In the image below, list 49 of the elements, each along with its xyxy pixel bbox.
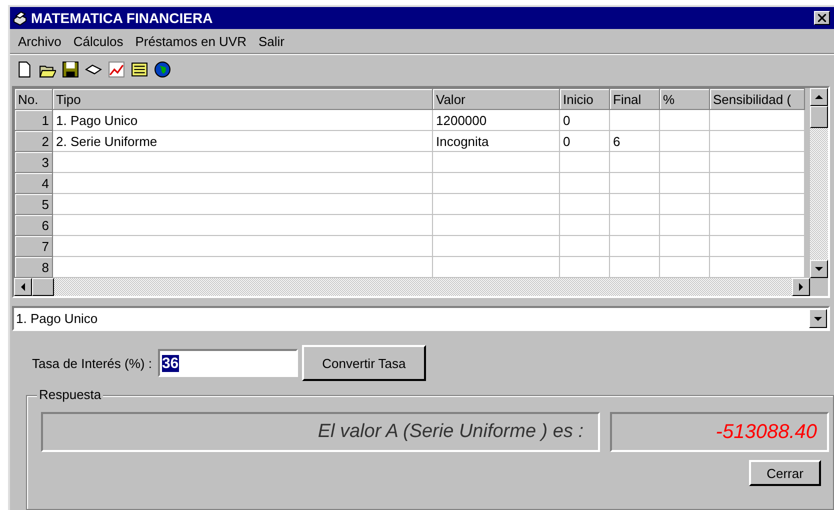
table-cell: 1. Pago Unico	[52, 110, 432, 130]
result-label: El valor A (Serie Uniforme ) es :	[41, 412, 600, 452]
scroll-thumb[interactable]	[810, 106, 828, 128]
row-header[interactable]: 4	[14, 172, 52, 194]
column-header[interactable]: Valor	[432, 88, 560, 110]
menu-item[interactable]: Préstamos en UVR	[129, 34, 252, 49]
column-header[interactable]: Tipo	[52, 88, 432, 110]
up-arrow-icon	[815, 95, 823, 99]
row-header[interactable]: 3	[14, 152, 52, 172]
close-button[interactable]	[814, 11, 830, 25]
scroll-thumb[interactable]	[32, 278, 54, 296]
row-header[interactable]: 7	[14, 236, 52, 256]
column-header[interactable]: %	[660, 88, 710, 110]
rate-input-field[interactable]: 36	[158, 349, 298, 377]
column-header[interactable]: Sensibilidad (	[710, 88, 804, 110]
result-value: -513088.40	[610, 412, 829, 452]
menu-item[interactable]: Salir	[252, 34, 290, 49]
table-cell: 2. Serie Uniforme	[52, 130, 432, 152]
line-chart-icon[interactable]	[108, 61, 125, 78]
menu-item[interactable]: Cálculos	[67, 34, 130, 49]
row-header[interactable]: 2	[14, 130, 52, 152]
row-header[interactable]: 1	[14, 110, 52, 130]
window-title: MATEMATICA FINANCIERA	[31, 10, 214, 26]
column-header[interactable]: Inicio	[560, 88, 610, 110]
table-cell: 6	[610, 130, 660, 152]
down-arrow-icon	[814, 316, 822, 320]
convert-rate-button[interactable]: Convertir Tasa	[302, 345, 426, 381]
document-icon[interactable]	[16, 61, 33, 78]
type-dropdown[interactable]: 1. Pago Unico	[12, 306, 830, 331]
group-title: Respuesta	[37, 387, 104, 402]
row-header[interactable]: 6	[14, 214, 52, 236]
table-cell: Incognita	[432, 130, 560, 152]
vertical-scrollbar[interactable]	[810, 88, 828, 278]
list-icon[interactable]	[131, 61, 148, 78]
menu-item[interactable]: Archivo	[12, 34, 68, 49]
row-header[interactable]: 5	[14, 194, 52, 214]
left-arrow-icon	[21, 283, 25, 291]
row-header[interactable]: 8	[14, 256, 52, 278]
table-cell: 0	[560, 110, 610, 130]
down-arrow-icon	[815, 267, 823, 271]
close-dialog-button[interactable]: Cerrar	[749, 460, 821, 486]
table-cell: 1200000	[432, 110, 560, 130]
close-icon	[818, 14, 826, 22]
right-arrow-icon	[799, 283, 803, 291]
field-label: Tasa de Interés (%) :	[32, 356, 152, 370]
globe-icon[interactable]	[154, 61, 171, 78]
column-header[interactable]: No.	[14, 88, 52, 110]
table-cell: 0	[560, 130, 610, 152]
column-header[interactable]: Final	[610, 88, 660, 110]
